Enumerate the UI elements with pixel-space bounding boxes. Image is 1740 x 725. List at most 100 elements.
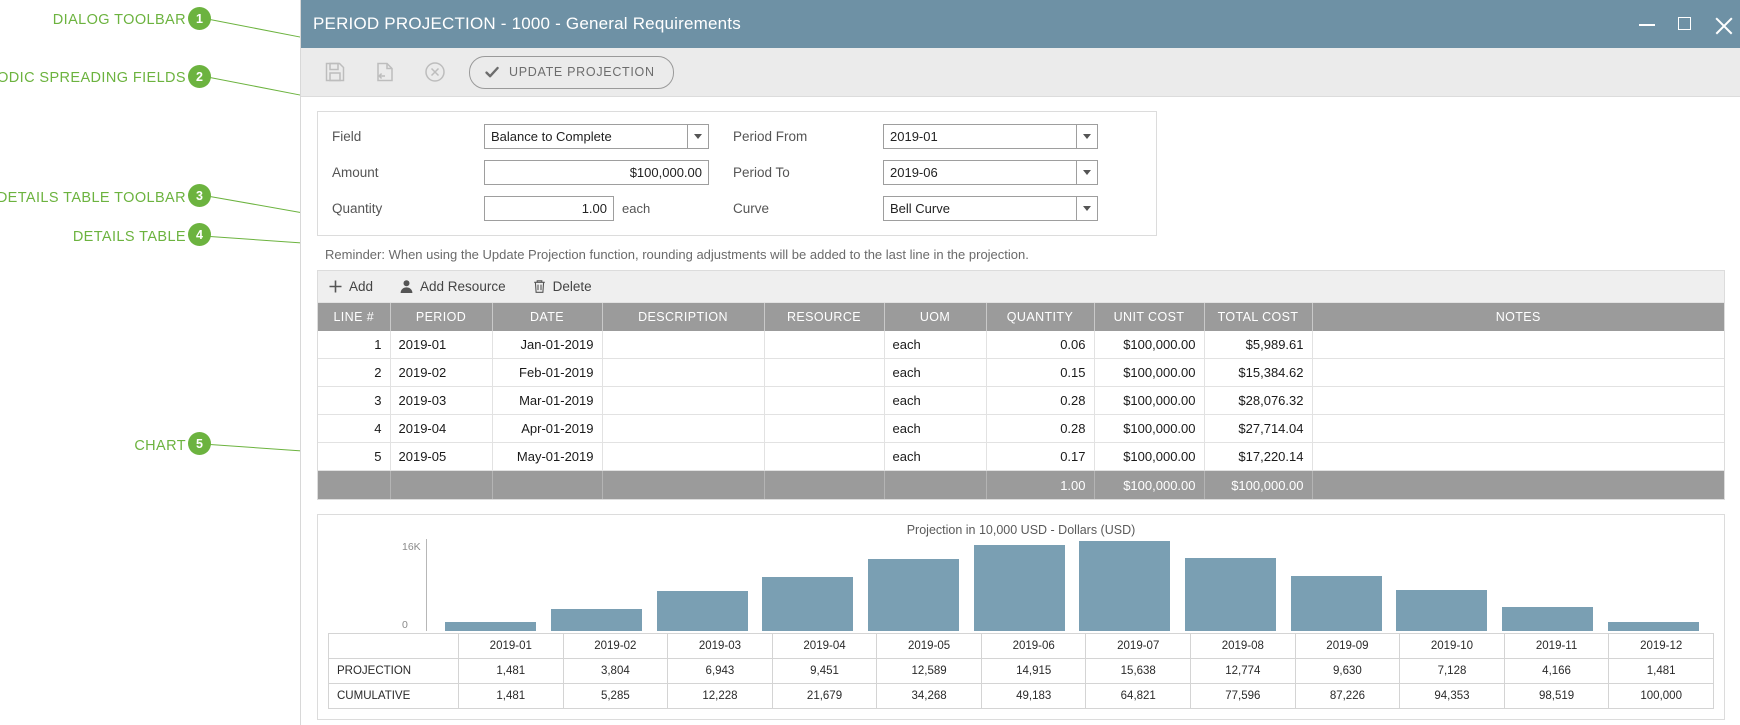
cell-total-cost: $17,220.14 bbox=[1204, 443, 1312, 471]
col-resource[interactable]: RESOURCE bbox=[764, 303, 884, 331]
annotation-bubble-3: 3 bbox=[188, 184, 211, 207]
cell-notes bbox=[1312, 443, 1724, 471]
chart-data-value-cell: 7,128 bbox=[1400, 659, 1505, 684]
export-icon[interactable] bbox=[365, 52, 405, 92]
period-to-label: Period To bbox=[733, 165, 883, 180]
table-row[interactable]: 1 2019-01 Jan-01-2019 each 0.06 $100,000… bbox=[318, 331, 1724, 359]
chevron-down-icon[interactable] bbox=[1076, 160, 1098, 185]
maximize-icon[interactable] bbox=[1677, 16, 1693, 32]
curve-dropdown[interactable]: Bell Curve bbox=[883, 196, 1098, 221]
cancel-circle-icon[interactable] bbox=[415, 52, 455, 92]
add-resource-button[interactable]: Add Resource bbox=[399, 279, 506, 294]
annotation-number: 2 bbox=[196, 70, 203, 84]
period-from-dropdown[interactable]: 2019-01 bbox=[883, 124, 1098, 149]
dialog-titlebar: PERIOD PROJECTION - 1000 - General Requi… bbox=[301, 0, 1740, 48]
annotation-label: CHART bbox=[134, 438, 186, 454]
chart-data-value-cell: 1,481 bbox=[1609, 659, 1714, 684]
annotation-leader-1 bbox=[210, 19, 304, 38]
cell-resource bbox=[764, 415, 884, 443]
cell-description bbox=[602, 387, 764, 415]
cell-description bbox=[602, 359, 764, 387]
chart-data-value-cell: 34,268 bbox=[877, 684, 982, 709]
annotation-label: DIALOG TOOLBAR bbox=[53, 12, 186, 28]
cell-resource bbox=[764, 359, 884, 387]
chart-data-category-cell: 2019-06 bbox=[981, 634, 1086, 659]
cell-date: Apr-01-2019 bbox=[492, 415, 602, 443]
chart-data-value-cell: 15,638 bbox=[1086, 659, 1191, 684]
field-dropdown[interactable]: Balance to Complete bbox=[484, 124, 709, 149]
col-period[interactable]: PERIOD bbox=[390, 303, 492, 331]
chart-title: Projection in 10,000 USD - Dollars (USD) bbox=[328, 523, 1714, 539]
chart-data-row-cumulative: CUMULATIVE 1,4815,28512,22821,67934,2684… bbox=[329, 684, 1714, 709]
col-total-cost[interactable]: TOTAL COST bbox=[1204, 303, 1312, 331]
details-table-body: 1 2019-01 Jan-01-2019 each 0.06 $100,000… bbox=[318, 331, 1724, 499]
totals-date bbox=[492, 471, 602, 500]
chart-data-category-cell: 2019-01 bbox=[459, 634, 564, 659]
chart-data-value-cell: 49,183 bbox=[981, 684, 1086, 709]
chart-data-category-cell: 2019-04 bbox=[772, 634, 877, 659]
col-notes[interactable]: NOTES bbox=[1312, 303, 1724, 331]
totals-line bbox=[318, 471, 390, 500]
period-to-value: 2019-06 bbox=[883, 160, 1076, 185]
cell-notes bbox=[1312, 331, 1724, 359]
check-icon bbox=[484, 64, 500, 80]
cell-notes bbox=[1312, 415, 1724, 443]
cell-total-cost: $15,384.62 bbox=[1204, 359, 1312, 387]
chart-data-category-cell: 2019-09 bbox=[1295, 634, 1400, 659]
chart-bar-column bbox=[1600, 539, 1706, 631]
chart-data-value-cell: 87,226 bbox=[1295, 684, 1400, 709]
chart-data-value-cell: 14,915 bbox=[981, 659, 1086, 684]
update-projection-button[interactable]: UPDATE PROJECTION bbox=[469, 56, 674, 89]
cell-line: 3 bbox=[318, 387, 390, 415]
col-unit-cost[interactable]: UNIT COST bbox=[1094, 303, 1204, 331]
table-row[interactable]: 3 2019-03 Mar-01-2019 each 0.28 $100,000… bbox=[318, 387, 1724, 415]
totals-resource bbox=[764, 471, 884, 500]
details-table-header-row: LINE # PERIOD DATE DESCRIPTION RESOURCE … bbox=[318, 303, 1724, 331]
chart-data-value-cell: 21,679 bbox=[772, 684, 877, 709]
minimize-icon[interactable] bbox=[1639, 16, 1655, 32]
table-row[interactable]: 2 2019-02 Feb-01-2019 each 0.15 $100,000… bbox=[318, 359, 1724, 387]
annotation-number: 3 bbox=[196, 189, 203, 203]
period-to-dropdown[interactable]: 2019-06 bbox=[883, 160, 1098, 185]
totals-period bbox=[390, 471, 492, 500]
add-button[interactable]: Add bbox=[328, 279, 373, 294]
annotation-leader-2 bbox=[210, 77, 304, 96]
chart-bar-column bbox=[966, 539, 1072, 631]
col-quantity[interactable]: QUANTITY bbox=[986, 303, 1094, 331]
chevron-down-icon[interactable] bbox=[1076, 124, 1098, 149]
chart-data-value-cell: 9,630 bbox=[1295, 659, 1400, 684]
chart-bar-column bbox=[649, 539, 755, 631]
col-date[interactable]: DATE bbox=[492, 303, 602, 331]
quantity-input[interactable]: 1.00 bbox=[484, 196, 614, 221]
chevron-down-icon[interactable] bbox=[1076, 196, 1098, 221]
cell-total-cost: $27,714.04 bbox=[1204, 415, 1312, 443]
chart-bar bbox=[1291, 576, 1382, 631]
cell-unit-cost: $100,000.00 bbox=[1094, 331, 1204, 359]
close-icon[interactable] bbox=[1715, 16, 1731, 32]
cell-quantity: 0.17 bbox=[986, 443, 1094, 471]
chart-data-value-cell: 98,519 bbox=[1504, 684, 1609, 709]
chart-bar bbox=[1502, 607, 1593, 631]
chart-data-value-cell: 100,000 bbox=[1609, 684, 1714, 709]
reminder-text: Reminder: When using the Update Projecti… bbox=[317, 236, 1725, 270]
delete-button[interactable]: Delete bbox=[532, 279, 592, 294]
chart-data-category-cell: 2019-10 bbox=[1400, 634, 1505, 659]
add-resource-button-label: Add Resource bbox=[420, 279, 506, 294]
chevron-down-icon[interactable] bbox=[687, 124, 709, 149]
cell-total-cost: $5,989.61 bbox=[1204, 331, 1312, 359]
cell-notes bbox=[1312, 387, 1724, 415]
save-icon[interactable] bbox=[315, 52, 355, 92]
col-uom[interactable]: UOM bbox=[884, 303, 986, 331]
table-row[interactable]: 5 2019-05 May-01-2019 each 0.17 $100,000… bbox=[318, 443, 1724, 471]
cell-period: 2019-01 bbox=[390, 331, 492, 359]
chart-bar bbox=[1079, 541, 1170, 631]
curve-value: Bell Curve bbox=[883, 196, 1076, 221]
table-row[interactable]: 4 2019-04 Apr-01-2019 each 0.28 $100,000… bbox=[318, 415, 1724, 443]
field-dropdown-value: Balance to Complete bbox=[484, 124, 687, 149]
chart-data-category-cell: 2019-08 bbox=[1191, 634, 1296, 659]
cell-uom: each bbox=[884, 359, 986, 387]
annotation-bubble-2: 2 bbox=[188, 65, 211, 88]
col-line[interactable]: LINE # bbox=[318, 303, 390, 331]
amount-input[interactable]: $100,000.00 bbox=[484, 160, 709, 185]
col-description[interactable]: DESCRIPTION bbox=[602, 303, 764, 331]
